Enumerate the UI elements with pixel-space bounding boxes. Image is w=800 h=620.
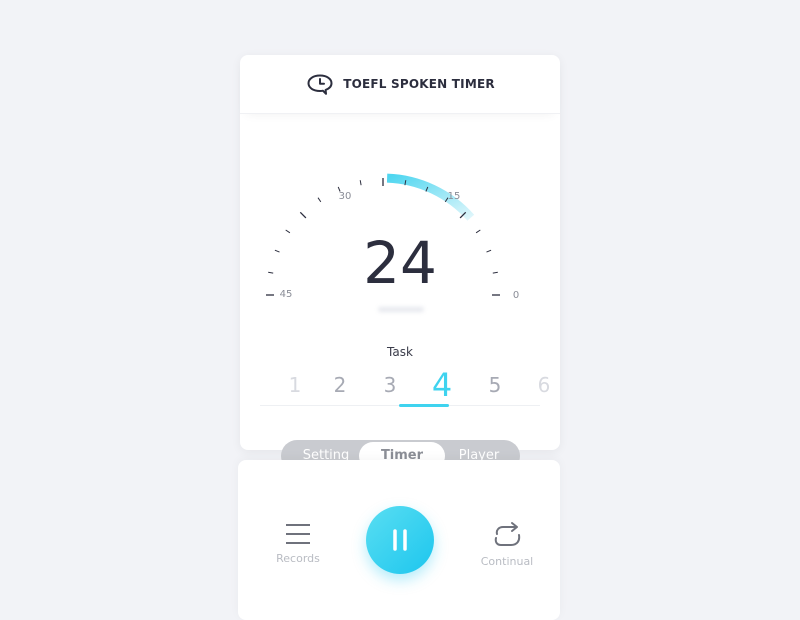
timer-value: 24	[363, 229, 437, 297]
task-label: Task	[387, 345, 413, 359]
menu-icon	[286, 524, 310, 544]
gauge-label-15: 15	[448, 191, 461, 202]
task-selected-underline	[399, 404, 449, 407]
continual-label: Continual	[480, 555, 534, 568]
timer-card: TOEFL SPOKEN TIMER 45 30 15 0 24 Task 1 …	[240, 55, 560, 450]
gauge-tick	[299, 211, 307, 219]
pause-icon	[393, 529, 407, 551]
task-selector: 1 2 3 4 5 6	[260, 365, 551, 407]
records-button[interactable]: Records	[268, 522, 328, 565]
task-item-3[interactable]: 3	[370, 365, 410, 405]
gauge-tick	[359, 180, 362, 186]
timer-caption-placeholder	[378, 307, 424, 312]
records-label: Records	[276, 552, 320, 565]
pause-button[interactable]	[366, 506, 434, 574]
repeat-icon	[494, 522, 521, 546]
task-item-1[interactable]: 1	[275, 365, 315, 405]
gauge-label-30: 30	[339, 191, 352, 202]
task-item-6[interactable]: 6	[524, 365, 564, 405]
task-item-2[interactable]: 2	[320, 365, 360, 405]
continual-button[interactable]: Continual	[476, 521, 538, 568]
task-item-5[interactable]: 5	[475, 365, 515, 405]
task-item-4[interactable]: 4	[422, 365, 462, 405]
gauge-tick	[317, 197, 322, 203]
